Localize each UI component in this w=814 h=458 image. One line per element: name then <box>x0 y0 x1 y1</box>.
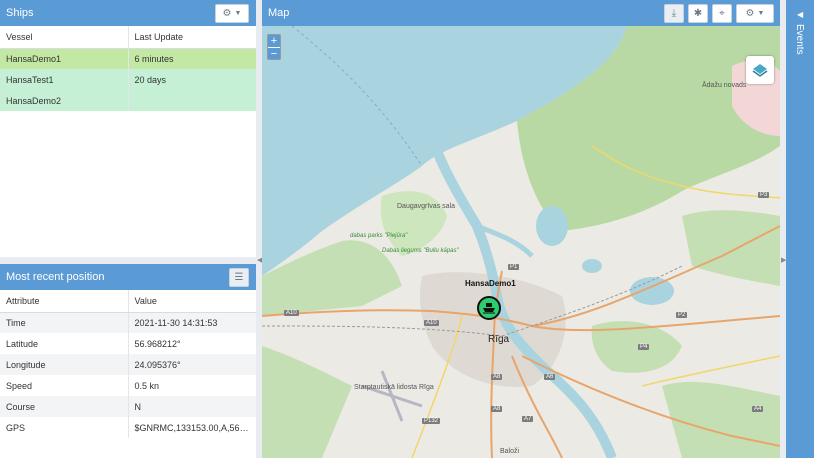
road-shield: A7 <box>522 416 534 422</box>
map-label-dabas-parks: dabas parks "Piejūra" <box>350 233 408 239</box>
road-shield: P2 <box>676 312 688 318</box>
table-row[interactable]: HansaTest1 20 days <box>0 69 256 90</box>
zoom-out-button[interactable]: − <box>268 47 280 60</box>
road-shield: A10 <box>284 310 299 316</box>
ships-settings-button[interactable]: ⚙ ▼ <box>215 4 249 23</box>
recent-position-menu-button[interactable]: ☰ <box>229 268 249 287</box>
vessel-marker[interactable] <box>477 296 501 320</box>
value-cell: $GNRMC,133153.00,A,5658.... <box>127 417 256 438</box>
map-settings-button[interactable]: ⚙ ▼ <box>736 4 774 23</box>
road-shield: A8 <box>491 406 503 412</box>
road-shield: P4 <box>638 344 650 350</box>
gear-icon: ⚙ <box>745 8 755 19</box>
map-label-adazu: Ādažu novads <box>702 82 747 89</box>
road-shield: A6 <box>544 374 556 380</box>
gear-icon: ⚙ <box>222 8 232 19</box>
zoom-in-button[interactable]: + <box>268 35 280 47</box>
download-icon: ⤓ <box>671 8 677 19</box>
road-shield: A8 <box>491 374 503 380</box>
column-header-vessel[interactable]: Vessel <box>0 26 128 49</box>
map-tiles <box>262 25 780 458</box>
map-panel: Map ⤓ ✱ ⌖ ⚙ ▼ + − Daugavgrīvas sala daba… <box>262 0 780 458</box>
value-cell: N <box>127 396 256 417</box>
last-update-cell: 6 minutes <box>127 48 256 69</box>
horizontal-splitter[interactable] <box>0 257 256 264</box>
last-update-cell <box>127 90 256 111</box>
crosshair-icon: ⌖ <box>719 8 725 19</box>
table-row: Speed 0.5 kn <box>0 375 256 396</box>
road-shield: P3 <box>758 192 770 198</box>
ship-icon <box>483 303 495 314</box>
map-title: Map <box>268 7 290 19</box>
zoom-control: + − <box>267 34 281 60</box>
caret-down-icon: ▼ <box>757 10 765 17</box>
list-icon: ☰ <box>234 272 244 283</box>
road-shield: A10 <box>424 320 439 326</box>
caret-down-icon: ▼ <box>234 10 242 17</box>
ships-panel: Ships ⚙ ▼ Vessel Last Update HansaDemo1 … <box>0 0 256 257</box>
attribute-cell: Time <box>0 312 128 333</box>
layers-button[interactable] <box>746 56 774 84</box>
value-cell: 0.5 kn <box>127 375 256 396</box>
road-shield: P132 <box>422 418 441 424</box>
download-button[interactable]: ⤓ <box>664 4 684 23</box>
map-label-airport: Starptautiskā lidosta Rīga <box>354 384 434 391</box>
last-update-cell: 20 days <box>127 69 256 90</box>
map-label-dabas-liegums: Dabas liegums "Bullu kāpas" <box>382 248 459 254</box>
recent-position-table: Attribute Value Time 2021-11-30 14:31:53… <box>0 290 256 438</box>
map-label-riga: Rīga <box>488 334 510 345</box>
table-row: Latitude 56.968212° <box>0 333 256 354</box>
attribute-cell: Latitude <box>6 338 39 349</box>
expand-events-icon[interactable]: ◀ <box>797 10 803 19</box>
recent-position-header: Most recent position ☰ <box>0 264 256 290</box>
value-cell: 56.968212° <box>127 333 256 354</box>
events-panel-collapsed[interactable]: ◀ Events <box>786 0 814 458</box>
map-canvas[interactable]: + − Daugavgrīvas sala dabas parks "Piejū… <box>262 25 780 458</box>
road-shield: P1 <box>508 264 520 270</box>
table-row: Course N <box>0 396 256 417</box>
value-cell: 24.095376° <box>127 354 256 375</box>
recent-position-panel: Most recent position ☰ Attribute Value T… <box>0 264 256 458</box>
vessel-cell: HansaDemo2 <box>0 90 128 111</box>
road-shield: A4 <box>752 406 764 412</box>
ships-table: Vessel Last Update HansaDemo1 6 minutes … <box>0 26 256 111</box>
column-header-value[interactable]: Value <box>127 290 256 313</box>
table-row[interactable]: HansaDemo1 6 minutes <box>0 48 256 69</box>
map-header: Map ⤓ ✱ ⌖ ⚙ ▼ <box>262 0 780 26</box>
events-title: Events <box>794 24 805 55</box>
value-cell: 2021-11-30 14:31:53 <box>127 312 256 333</box>
table-row: GPS $GNRMC,133153.00,A,5658.... <box>0 417 256 438</box>
attribute-cell: GPS <box>6 422 26 433</box>
paw-icon: ✱ <box>693 8 703 19</box>
center-button[interactable]: ⌖ <box>712 4 732 23</box>
map-label-balozi: Baloži <box>500 448 520 455</box>
map-label-daugavgrivas: Daugavgrīvas sala <box>397 203 455 210</box>
table-row: Time 2021-11-30 14:31:53 <box>0 312 256 333</box>
column-header-attribute[interactable]: Attribute <box>0 290 128 313</box>
track-button[interactable]: ✱ <box>688 4 708 23</box>
vessel-label: HansaDemo1 <box>465 279 516 288</box>
attribute-cell: Course <box>0 396 128 417</box>
ships-title: Ships <box>6 7 34 19</box>
vessel-cell: HansaDemo1 <box>0 48 128 69</box>
layers-icon <box>752 64 768 77</box>
vessel-cell: HansaTest1 <box>0 69 128 90</box>
attribute-cell: Speed <box>6 380 33 391</box>
recent-position-title: Most recent position <box>6 271 105 283</box>
attribute-cell: Longitude <box>0 354 128 375</box>
ships-header: Ships ⚙ ▼ <box>0 0 256 26</box>
table-row[interactable]: HansaDemo2 <box>0 90 256 111</box>
column-header-last-update[interactable]: Last Update <box>127 26 256 49</box>
table-row: Longitude 24.095376° <box>0 354 256 375</box>
